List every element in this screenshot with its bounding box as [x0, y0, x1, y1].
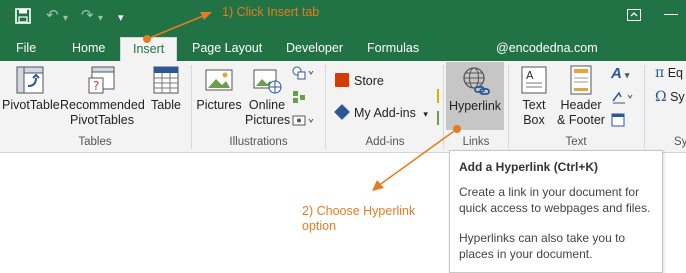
text-box-label-2: Box [523, 113, 545, 127]
text-box-label-1: Text [522, 98, 546, 112]
hyperlink-tooltip: Add a Hyperlink (Ctrl+K) Create a link i… [449, 150, 663, 273]
header-footer-icon [565, 64, 597, 96]
online-pictures-label-2: Pictures [245, 113, 291, 127]
object-button[interactable] [611, 113, 625, 130]
pictures-label: Pictures [196, 98, 242, 112]
store-button[interactable]: Store [335, 73, 384, 88]
recommended-pivottables-button[interactable]: ? Recommended PivotTables [60, 64, 145, 128]
click-marker-icon [143, 35, 151, 43]
tooltip-p2-line2: places in your document. [459, 247, 593, 261]
my-addins-label: My Add-ins [354, 106, 416, 120]
hyperlink-button[interactable]: Hyperlink [446, 62, 504, 130]
group-label-illustrations: Illustrations [229, 136, 288, 148]
online-pictures-label-1: Online [248, 98, 286, 112]
group-label-symbols: Sy [674, 136, 686, 148]
header-footer-label-2: & Footer [557, 113, 605, 127]
pictures-button[interactable]: Pictures [196, 64, 242, 113]
group-separator [325, 65, 326, 149]
symbol-label: Sy [670, 90, 685, 104]
svg-text:?: ? [93, 79, 99, 93]
tab-home[interactable]: Home [72, 37, 105, 61]
online-pictures-icon [251, 64, 283, 96]
step2-annotation-line1: 2) Choose Hyperlink [302, 204, 416, 218]
group-separator [191, 65, 192, 149]
screenshot-button[interactable] [291, 113, 315, 132]
tooltip-p1-line2: quick access to webpages and files. [459, 201, 651, 215]
signature-line-button[interactable] [611, 89, 635, 108]
equation-label: Eq [667, 66, 683, 80]
undo-dropdown-icon[interactable]: ▾ [63, 11, 68, 27]
table-label: Table [151, 98, 181, 112]
account-email[interactable]: @encodedna.com [496, 37, 598, 61]
symbol-button[interactable]: Ω Sy [655, 89, 685, 105]
ribbon-display-icon[interactable] [627, 8, 641, 24]
save-icon[interactable] [15, 8, 31, 28]
wordart-button[interactable]: A ▾ [611, 65, 629, 82]
addins-marker-icon [437, 89, 439, 103]
group-separator [644, 65, 645, 149]
pi-icon: π [655, 65, 665, 81]
table-icon [150, 64, 182, 96]
text-box-button[interactable]: A Text Box [516, 64, 552, 128]
tooltip-paragraph-2: Hyperlinks can also take you to places i… [459, 230, 659, 262]
pivottable-button[interactable]: PivotTable [2, 64, 60, 113]
smartart-button[interactable] [291, 89, 315, 108]
tab-developer[interactable]: Developer [286, 37, 343, 61]
table-button[interactable]: Table [148, 64, 184, 113]
pivottable-icon [14, 64, 46, 96]
store-icon [335, 73, 349, 87]
ribbon-insert: PivotTable ? Recommended PivotTables Tab… [0, 61, 686, 153]
group-label-addins: Add-ins [365, 136, 405, 148]
recommended-pivottables-icon: ? [86, 64, 118, 96]
step2-annotation-line2: option [302, 219, 337, 233]
title-bar: ↶ ▾ ↷ ▾ ▾ — [0, 0, 686, 37]
ribbon-tab-bar: File Home Insert Page Layout Developer F… [0, 37, 686, 63]
tab-page-layout[interactable]: Page Layout [192, 37, 262, 61]
tab-file[interactable]: File [16, 37, 36, 61]
customize-qat-icon[interactable]: ▾ [118, 10, 124, 26]
group-label-tables: Tables [78, 136, 112, 148]
step1-annotation: 1) Click Insert tab [222, 5, 320, 19]
click-marker-icon [453, 125, 461, 133]
my-addins-icon [334, 104, 350, 120]
omega-icon: Ω [655, 89, 667, 105]
tooltip-title: Add a Hyperlink (Ctrl+K) [459, 160, 599, 174]
header-footer-label-1: Header [560, 98, 602, 112]
tooltip-p2-line1: Hyperlinks can also take you to [459, 231, 626, 245]
my-addins-button[interactable]: My Add-ins ▾ [334, 104, 428, 120]
tab-formulas[interactable]: Formulas [367, 37, 419, 61]
text-box-icon: A [518, 64, 550, 96]
redo-dropdown-icon[interactable]: ▾ [98, 11, 103, 27]
group-separator [443, 65, 444, 149]
shapes-button[interactable] [291, 65, 315, 84]
group-label-text: Text [565, 136, 587, 148]
pictures-icon [203, 64, 235, 96]
redo-icon[interactable]: ↷ [81, 8, 94, 24]
hyperlink-icon [459, 65, 491, 97]
header-footer-button[interactable]: Header & Footer [556, 64, 606, 128]
tooltip-paragraph-1: Create a link in your document for quick… [459, 184, 659, 216]
pivottable-label: PivotTable [2, 98, 60, 112]
recommended-pivottables-label-2: PivotTables [70, 113, 134, 127]
step2-arrowhead [372, 180, 384, 191]
minimize-icon[interactable]: — [664, 5, 678, 21]
tooltip-p1-line1: Create a link in your document for [459, 185, 640, 199]
equation-button[interactable]: π Eq [655, 65, 683, 81]
undo-icon[interactable]: ↶ [46, 8, 59, 24]
addins-marker-icon [437, 111, 439, 125]
store-label: Store [354, 74, 384, 88]
my-addins-dropdown-icon[interactable]: ▾ [423, 109, 428, 119]
online-pictures-button[interactable]: Online Pictures [245, 64, 291, 128]
group-label-links: Links [462, 136, 490, 148]
recommended-pivottables-label-1: Recommended [60, 98, 145, 112]
hyperlink-label: Hyperlink [448, 99, 502, 113]
svg-text:A: A [526, 69, 534, 82]
